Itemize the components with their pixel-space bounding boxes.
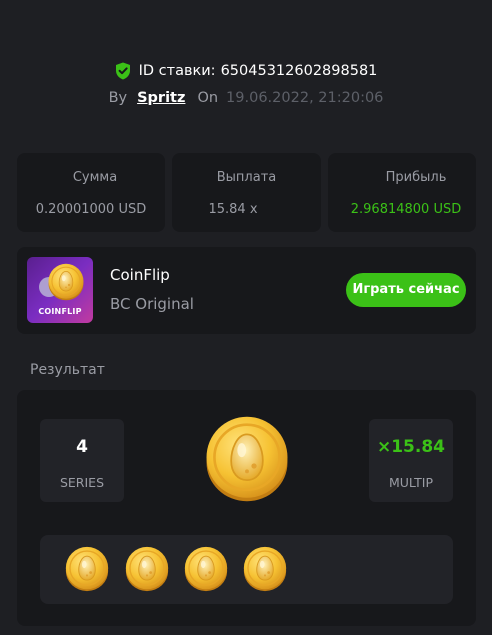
series-value: 4 — [76, 437, 88, 457]
thumbnail-caption: COINFLIP — [38, 307, 82, 316]
stat-payout-card: Выплата 15.84 x — [172, 153, 321, 232]
stat-payout-title: Выплата — [216, 170, 277, 185]
multiplier-label: MULTIP — [388, 475, 434, 490]
on-label: On — [197, 90, 219, 106]
game-card: COINFLIP CoinFlip BC Original Играть сей… — [17, 247, 476, 334]
game-provider: BC Original — [110, 295, 194, 313]
game-thumbnail[interactable]: COINFLIP — [27, 257, 93, 323]
coin-icon — [125, 546, 169, 592]
game-name[interactable]: CoinFlip — [110, 266, 170, 284]
stat-profit-value: 2.96814800 USD — [350, 202, 462, 217]
coin-icon — [243, 546, 287, 592]
coin-icon — [205, 415, 289, 503]
multiplier-box: ×15.84 MULTIP — [369, 419, 453, 502]
stat-amount-title: Сумма — [72, 170, 118, 185]
multiplier-value: ×15.84 — [376, 437, 446, 457]
bet-author-row: By Spritz On 19.06.2022, 21:20:06 — [0, 90, 492, 106]
result-title: Результат — [30, 362, 105, 378]
stat-profit-title: Прибыль — [385, 170, 447, 185]
bet-id-row: ID ставки: 65045312602898581 — [0, 62, 492, 80]
flip-history — [40, 535, 453, 604]
bet-datetime: 19.06.2022, 21:20:06 — [226, 90, 384, 106]
play-now-button[interactable]: Играть сейчас — [346, 273, 466, 307]
stat-payout-value: 15.84 x — [208, 202, 258, 217]
result-panel: 4 SERIES ×15.84 MULTIP — [17, 390, 476, 626]
coin-icon — [65, 546, 109, 592]
stat-amount-card: Сумма 0.20001000 USD — [17, 153, 165, 232]
bet-id-value: 65045312602898581 — [220, 63, 378, 79]
shield-check-icon — [115, 62, 130, 80]
stat-amount-value: 0.20001000 USD — [35, 202, 147, 217]
stat-profit-card: Прибыль 2.96814800 USD — [328, 153, 476, 232]
series-label: SERIES — [59, 475, 105, 490]
bet-id-label: ID ставки: — [138, 63, 216, 79]
coin-icon — [184, 546, 228, 592]
username-link[interactable]: Spritz — [137, 90, 185, 106]
series-box: 4 SERIES — [40, 419, 124, 502]
by-label: By — [108, 90, 128, 106]
